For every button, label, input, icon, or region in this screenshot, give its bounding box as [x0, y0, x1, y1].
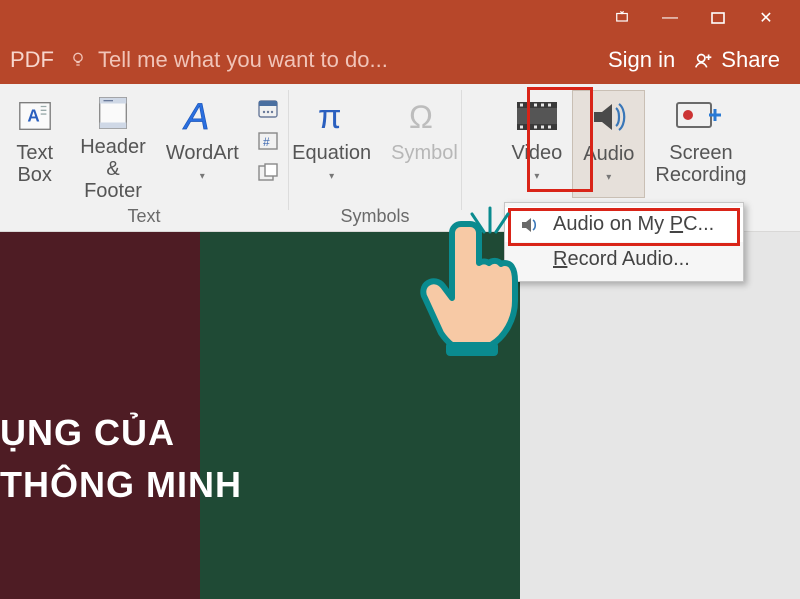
screen-recording-label: Screen Recording — [655, 142, 746, 186]
slide-editor-area: ỤNG CỦA THÔNG MINH — [0, 232, 800, 599]
audio-button[interactable]: Audio ▾ — [572, 90, 645, 198]
dropdown-arrow-icon: ▾ — [606, 167, 611, 189]
menu-item-label: Audio on My PC... — [553, 213, 714, 236]
menu-item-label: Record Audio... — [553, 248, 690, 271]
svg-text:#: # — [263, 135, 270, 149]
svg-text:A: A — [183, 95, 210, 137]
header-footer-icon — [94, 94, 132, 132]
equation-label: Equation — [292, 142, 371, 164]
dropdown-arrow-icon: ▾ — [200, 166, 205, 188]
text-box-icon: A — [16, 94, 54, 138]
equation-icon: π — [312, 94, 352, 138]
screen-recording-icon — [675, 94, 727, 138]
tab-pdf[interactable]: PDF — [0, 47, 68, 73]
tell-me-placeholder: Tell me what you want to do... — [98, 47, 388, 73]
ribbon-group-text: A Text Box Header & Footer A WordArt ▾ — [0, 84, 288, 231]
share-label: Share — [721, 47, 780, 73]
wordart-icon: A — [180, 94, 224, 138]
video-icon — [515, 94, 559, 138]
menu-item-audio-on-my-pc[interactable]: Audio on My PC... — [505, 207, 743, 242]
header-footer-button[interactable]: Header & Footer — [70, 90, 157, 198]
slide-title-line1: ỤNG CỦA — [0, 407, 242, 459]
equation-button[interactable]: π Equation ▾ — [282, 90, 381, 198]
text-box-label: Text Box — [16, 142, 53, 186]
slide-title-text: ỤNG CỦA THÔNG MINH — [0, 407, 242, 511]
audio-icon — [588, 95, 630, 139]
text-box-button[interactable]: A Text Box — [0, 90, 70, 198]
tell-me-search[interactable]: Tell me what you want to do... — [68, 47, 608, 73]
menu-item-record-audio[interactable]: Record Audio... — [505, 242, 743, 277]
minimize-button[interactable]: — — [646, 0, 694, 36]
group-label-text: Text — [0, 202, 288, 230]
video-button[interactable]: Video ▾ — [501, 90, 572, 198]
wordart-button[interactable]: A WordArt ▾ — [156, 90, 248, 198]
close-button[interactable]: ✕ — [742, 0, 790, 36]
symbol-button: Ω Symbol — [381, 90, 468, 198]
video-label: Video — [511, 142, 562, 164]
ribbon-display-options-icon[interactable] — [598, 0, 646, 36]
sign-in-link[interactable]: Sign in — [608, 47, 675, 73]
svg-text:A: A — [27, 107, 39, 126]
svg-text:Ω: Ω — [409, 99, 433, 135]
share-button[interactable]: Share — [693, 47, 780, 73]
ribbon-tabs-bar: PDF Tell me what you want to do... Sign … — [0, 36, 800, 84]
account-area: Sign in Share — [608, 47, 800, 73]
dropdown-arrow-icon: ▾ — [329, 166, 334, 188]
wordart-label: WordArt — [166, 142, 239, 164]
audio-dropdown-menu: Audio on My PC... Record Audio... — [504, 202, 744, 282]
annotation-hand-pointer-icon — [416, 214, 536, 364]
slide-title-line2: THÔNG MINH — [0, 459, 242, 511]
window-titlebar: — ✕ — [0, 0, 800, 36]
screen-recording-button[interactable]: Screen Recording — [645, 90, 756, 198]
symbol-icon: Ω — [404, 94, 444, 138]
header-footer-label: Header & Footer — [80, 136, 147, 202]
dropdown-arrow-icon: ▾ — [534, 166, 539, 188]
svg-text:π: π — [318, 98, 341, 136]
symbol-label: Symbol — [391, 142, 458, 164]
maximize-button[interactable] — [694, 0, 742, 36]
audio-label: Audio — [583, 143, 634, 165]
lightbulb-icon — [68, 50, 88, 70]
ribbon-group-symbols: π Equation ▾ Ω Symbol Symbols — [289, 84, 461, 231]
